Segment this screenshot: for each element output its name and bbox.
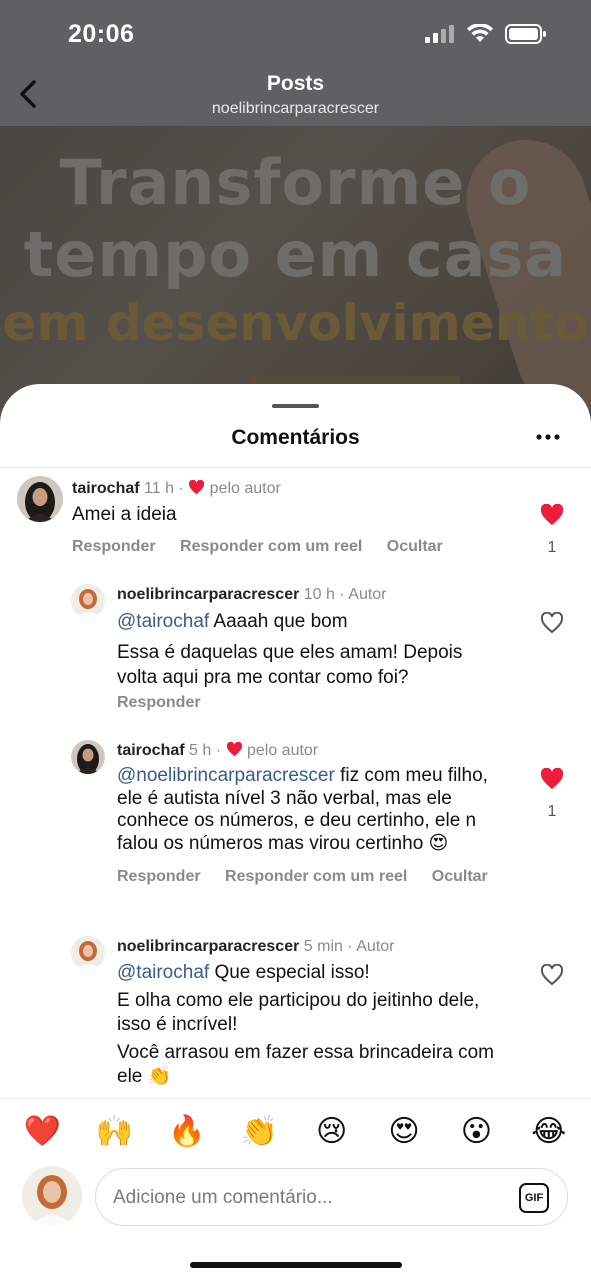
comment-header: tairochaf 11 h · pelo autor bbox=[72, 480, 281, 498]
status-icons bbox=[425, 24, 547, 44]
like-count: 1 bbox=[547, 539, 557, 556]
comment-composer: Adicione um comentário... GIF bbox=[0, 1164, 591, 1250]
avatar[interactable] bbox=[71, 584, 105, 618]
avatar[interactable] bbox=[71, 740, 105, 774]
avatar[interactable] bbox=[71, 936, 105, 970]
sheet-title: Comentários bbox=[231, 426, 360, 449]
emoji-fire-button[interactable]: 🔥 bbox=[164, 1116, 210, 1147]
comment-time: 5 h bbox=[189, 742, 212, 759]
author-heart-icon bbox=[189, 480, 205, 495]
comment-username[interactable]: noelibrincarparacrescer bbox=[117, 586, 299, 603]
reply-button[interactable]: Responder bbox=[117, 868, 201, 885]
image-text-line3: em desenvolvimento bbox=[2, 294, 589, 352]
post-image: 9 Transforme o tempo em casa em desenvol… bbox=[0, 126, 591, 426]
meta-separator: · bbox=[347, 938, 353, 955]
emoji-quick-bar: ❤️ 🙌 🔥 👏 😢 😍 😮 😂 bbox=[0, 1098, 591, 1164]
composer-avatar bbox=[22, 1166, 82, 1226]
comment-line-text: Aaaah que bom bbox=[213, 611, 348, 632]
status-time: 20:06 bbox=[68, 20, 135, 48]
image-text-line1: Transforme o bbox=[59, 146, 532, 219]
comment-actions: Responder bbox=[117, 694, 221, 712]
comment-line: @noelibrincarparacrescer fiz com meu fil… bbox=[117, 765, 537, 788]
comment-text: Amei a ideia bbox=[72, 503, 512, 526]
reply-with-reel-button[interactable]: Responder com um reel bbox=[180, 538, 362, 555]
home-indicator bbox=[190, 1262, 402, 1268]
sheet-grab-handle[interactable] bbox=[272, 404, 319, 408]
liked-heart-icon[interactable] bbox=[540, 768, 564, 790]
comment-line: @tairochaf Aaaah que bom bbox=[117, 609, 537, 634]
comment-text: @noelibrincarparacrescer fiz com meu fil… bbox=[117, 765, 537, 855]
more-options-icon[interactable] bbox=[535, 432, 561, 442]
heart-outline-icon[interactable] bbox=[540, 612, 564, 634]
comment-line: ele 👏 bbox=[117, 1066, 172, 1087]
hide-button[interactable]: Ocultar bbox=[387, 538, 443, 555]
comment-line: Essa é daquelas que eles amam! Depois bbox=[117, 642, 463, 663]
gif-button[interactable]: GIF bbox=[519, 1183, 549, 1213]
author-tag: Autor bbox=[356, 938, 395, 955]
comment-username[interactable]: noelibrincarparacrescer bbox=[117, 938, 299, 955]
comment-line: Você arrasou em fazer essa brincadeira c… bbox=[117, 1042, 495, 1063]
comment-username[interactable]: tairochaf bbox=[72, 480, 140, 497]
battery-icon bbox=[505, 24, 546, 44]
emoji-crying-button[interactable]: 😢 bbox=[309, 1116, 355, 1147]
mention-link[interactable]: @tairochaf bbox=[117, 611, 209, 632]
wifi-icon bbox=[467, 24, 493, 42]
mention-link[interactable]: @noelibrincarparacrescer bbox=[117, 765, 335, 786]
mention-link[interactable]: @tairochaf bbox=[117, 962, 209, 983]
comment-line: volta aqui pra me contar como foi? bbox=[117, 667, 409, 688]
back-arrow-icon[interactable] bbox=[14, 76, 44, 112]
signal-icon bbox=[425, 25, 454, 43]
heart-outline-icon[interactable] bbox=[540, 964, 564, 986]
image-text-line2: tempo em casa bbox=[23, 218, 568, 291]
meta-separator: · bbox=[215, 742, 222, 759]
comment-text: @tairochaf Que especial isso! E olha com… bbox=[117, 961, 537, 1089]
emoji-heart-button[interactable]: ❤️ bbox=[19, 1116, 65, 1147]
comment-line-text: fiz com meu filho, bbox=[340, 765, 488, 786]
comment-input[interactable]: Adicione um comentário... GIF bbox=[95, 1168, 568, 1226]
emoji-laughing-button[interactable]: 😂 bbox=[526, 1116, 572, 1147]
posts-title: Posts bbox=[266, 72, 325, 95]
comment-text: @tairochaf Aaaah que bom Essa é daquelas… bbox=[117, 609, 537, 690]
reply-with-reel-button[interactable]: Responder com um reel bbox=[225, 868, 407, 885]
comment-header: noelibrincarparacrescer 10 h · Autor bbox=[117, 586, 387, 604]
reply-button[interactable]: Responder bbox=[117, 694, 201, 711]
emoji-heart-eyes-button[interactable]: 😍 bbox=[381, 1116, 427, 1147]
comment-input-placeholder: Adicione um comentário... bbox=[113, 1187, 333, 1208]
comment-line: @tairochaf Que especial isso! bbox=[117, 961, 537, 985]
comment-username[interactable]: tairochaf bbox=[117, 742, 185, 759]
liked-heart-icon[interactable] bbox=[540, 504, 564, 526]
posts-subtitle[interactable]: noelibrincarparacrescer bbox=[0, 100, 591, 118]
meta-separator: · bbox=[339, 586, 345, 603]
comment-line: conhece os números, e deu certinho, ele … bbox=[117, 810, 477, 831]
comment-time: 11 h bbox=[144, 480, 174, 497]
comment-header: tairochaf 5 h · pelo autor bbox=[117, 742, 318, 760]
reply-button[interactable]: Responder bbox=[72, 538, 156, 555]
comment-line-text: Que especial isso! bbox=[214, 962, 370, 983]
comment-actions: Responder Responder com um reel Ocultar bbox=[72, 538, 463, 556]
comment-line: E olha como ele participou do jeitinho d… bbox=[117, 990, 480, 1011]
like-count: 1 bbox=[547, 803, 557, 820]
comment-line: falou os números mas virou certinho 😍 bbox=[117, 832, 449, 854]
comment-header: noelibrincarparacrescer 5 min · Autor bbox=[117, 938, 395, 956]
comment-line: Amei a ideia bbox=[72, 504, 177, 525]
hide-button[interactable]: Ocultar bbox=[432, 868, 488, 885]
emoji-surprised-button[interactable]: 😮 bbox=[453, 1116, 499, 1147]
author-tag: Autor bbox=[348, 586, 387, 603]
emoji-clap-button[interactable]: 👏 bbox=[236, 1116, 282, 1147]
author-liked-label: pelo autor bbox=[246, 742, 319, 759]
comment-line: ele é autista nível 3 não verbal, mas el… bbox=[117, 787, 452, 809]
comment-time: 5 min bbox=[303, 938, 343, 955]
author-liked-label: pelo autor bbox=[209, 480, 281, 497]
comment-actions: Responder Responder com um reel Ocultar bbox=[117, 868, 508, 886]
sheet-divider bbox=[0, 467, 591, 468]
posts-header: Posts noelibrincarparacrescer bbox=[0, 66, 591, 126]
comments-sheet: Comentários tairochaf 11 h · pelo autor … bbox=[0, 384, 591, 1280]
comment-line: isso é incrível! bbox=[117, 1014, 238, 1035]
meta-separator: · bbox=[178, 480, 184, 497]
comment-time: 10 h bbox=[303, 586, 335, 603]
avatar[interactable] bbox=[17, 476, 63, 522]
author-heart-icon bbox=[226, 742, 242, 757]
status-bar: 20:06 bbox=[0, 0, 591, 66]
emoji-raised-hands-button[interactable]: 🙌 bbox=[92, 1116, 138, 1147]
